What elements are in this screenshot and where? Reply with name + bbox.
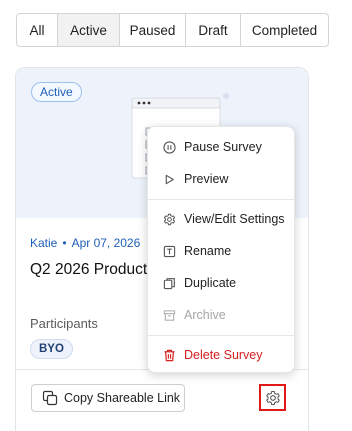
menu-item-label: Preview <box>184 172 229 186</box>
menu-item-archive[interactable]: Archive <box>148 302 294 328</box>
copy-icon <box>42 390 58 406</box>
menu-item-label: Delete Survey <box>184 348 263 362</box>
gear-icon <box>162 212 176 226</box>
tab-draft[interactable]: Draft <box>186 14 241 46</box>
survey-title[interactable]: Q2 2026 Product <box>30 261 147 279</box>
author-name: Katie <box>30 236 58 250</box>
menu-item-pause-survey[interactable]: Pause Survey <box>148 134 294 160</box>
survey-date: Apr 07, 2026 <box>71 236 141 250</box>
status-badge: Active <box>31 82 82 102</box>
meta-separator: • <box>62 236 67 250</box>
status-filter-tabs: All Active Paused Draft Completed <box>16 13 329 47</box>
trash-icon <box>162 348 176 362</box>
menu-item-delete-survey[interactable]: Delete Survey <box>148 342 294 368</box>
archive-icon <box>162 308 176 322</box>
menu-item-preview[interactable]: Preview <box>148 166 294 192</box>
menu-item-view-edit-settings[interactable]: View/Edit Settings <box>148 206 294 232</box>
copy-link-label: Copy Shareable Link <box>64 391 181 405</box>
pause-circle-icon <box>162 140 176 154</box>
participants-label: Participants <box>30 316 98 331</box>
menu-item-label: Rename <box>184 244 232 258</box>
menu-divider <box>148 199 294 200</box>
tab-paused[interactable]: Paused <box>120 14 186 46</box>
play-icon <box>162 172 176 186</box>
survey-meta: Katie • Apr 07, 2026 <box>30 236 140 250</box>
tab-active[interactable]: Active <box>58 14 120 46</box>
card-footer: Copy Shareable Link <box>16 369 308 431</box>
text-box-icon <box>162 244 176 258</box>
survey-actions-menu: Pause Survey Preview View/Edit Settings … <box>147 126 295 373</box>
tab-completed[interactable]: Completed <box>241 14 328 46</box>
settings-gear-button[interactable] <box>259 384 286 411</box>
menu-item-label: View/Edit Settings <box>184 212 285 226</box>
tab-all[interactable]: All <box>17 14 58 46</box>
participants-tag: BYO <box>30 339 73 359</box>
menu-item-duplicate[interactable]: Duplicate <box>148 270 294 296</box>
menu-item-label: Pause Survey <box>184 140 262 154</box>
menu-item-label: Archive <box>184 308 226 322</box>
menu-item-rename[interactable]: Rename <box>148 238 294 264</box>
menu-item-label: Duplicate <box>184 276 237 290</box>
copy-icon <box>162 276 176 290</box>
menu-divider <box>148 335 294 336</box>
copy-shareable-link-button[interactable]: Copy Shareable Link <box>31 384 185 412</box>
gear-icon <box>265 390 280 405</box>
